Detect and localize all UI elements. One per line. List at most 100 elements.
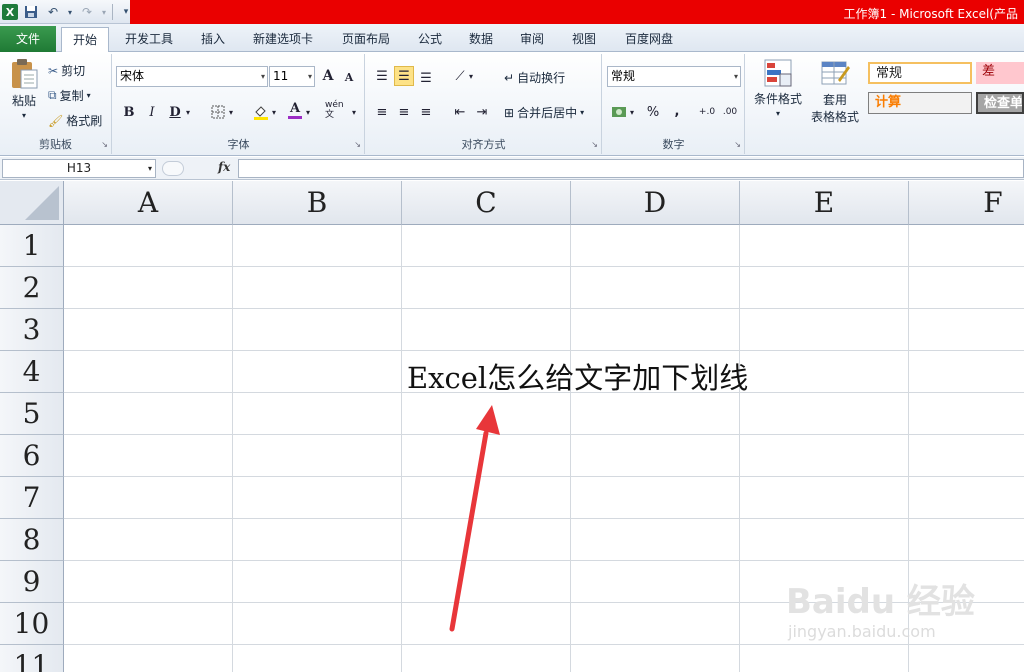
formula-bar-splitter[interactable] xyxy=(162,161,184,176)
row-header-9[interactable]: 9 xyxy=(0,561,64,603)
merge-center-button[interactable]: ⊞ 合并后居中 ▾ xyxy=(504,104,584,121)
shrink-font-button[interactable]: A xyxy=(339,67,359,87)
chevron-down-icon[interactable]: ▾ xyxy=(226,102,236,122)
underline-button[interactable]: D xyxy=(165,102,185,122)
decrease-indent-icon[interactable]: ⇤ xyxy=(450,102,470,122)
border-icon[interactable] xyxy=(208,102,228,122)
column-header-d[interactable]: D xyxy=(571,181,740,225)
clipboard-group-label: 剪贴板 xyxy=(39,138,72,151)
increase-decimal-button[interactable]: +.0 xyxy=(695,102,719,122)
tab-view[interactable]: 视图 xyxy=(564,27,604,51)
align-middle-icon[interactable]: ☰ xyxy=(394,66,414,86)
undo-icon[interactable]: ↶ xyxy=(44,3,62,21)
currency-icon[interactable] xyxy=(609,102,629,122)
row-header-4[interactable]: 4 xyxy=(0,351,64,393)
chevron-down-icon[interactable]: ▾ xyxy=(627,102,637,122)
row-header-3[interactable]: 3 xyxy=(0,309,64,351)
insert-function-button[interactable]: fx xyxy=(218,160,230,174)
font-group: 宋体 ▾ 11 ▾ A A B I D ▾ ▾ ▾ A ▾ wén 文 ▾ 字体… xyxy=(113,54,365,154)
row-header-6[interactable]: 6 xyxy=(0,435,64,477)
excel-window: X ↶ ▾ ↷ ▾ ▾ 工作簿1 - Microsoft Excel(产品 文件… xyxy=(0,0,1024,672)
tab-review[interactable]: 审阅 xyxy=(512,27,552,51)
column-header-f[interactable]: F xyxy=(909,181,1024,225)
percent-button[interactable]: % xyxy=(643,102,663,122)
tab-insert[interactable]: 插入 xyxy=(192,27,234,51)
chevron-down-icon[interactable]: ▾ xyxy=(269,102,279,122)
row-header-11[interactable]: 11 xyxy=(0,645,64,672)
tab-home[interactable]: 开始 xyxy=(61,27,109,52)
ribbon-tabs: 文件 开始 开发工具 插入 新建选项卡 页面布局 公式 数据 审阅 视图 百度网… xyxy=(0,24,1024,52)
conditional-format-button[interactable]: 条件格式 ▾ xyxy=(750,58,806,118)
tab-new[interactable]: 新建选项卡 xyxy=(244,27,322,51)
chevron-down-icon[interactable]: ▾ xyxy=(303,102,313,122)
tab-page-layout[interactable]: 页面布局 xyxy=(333,27,399,51)
align-left-icon[interactable]: ≡ xyxy=(372,102,392,122)
name-box[interactable]: H13 ▾ xyxy=(2,159,156,178)
row-header-1[interactable]: 1 xyxy=(0,225,64,267)
row-header-2[interactable]: 2 xyxy=(0,267,64,309)
tab-formulas[interactable]: 公式 xyxy=(410,27,450,51)
style-check-cell[interactable]: 检查单 xyxy=(976,92,1024,114)
cut-button[interactable]: ✂ 剪切 xyxy=(48,62,85,79)
number-group: 常规 ▾ ▾ % , +.0 .00 数字 ↘ xyxy=(603,54,745,154)
dialog-launcher-icon[interactable]: ↘ xyxy=(101,140,108,149)
redo-icon[interactable]: ↷ xyxy=(78,3,96,21)
align-top-icon[interactable]: ☰ xyxy=(372,66,392,86)
row-header-8[interactable]: 8 xyxy=(0,519,64,561)
chevron-down-icon[interactable]: ▾ xyxy=(349,102,359,122)
row-header-7[interactable]: 7 xyxy=(0,477,64,519)
increase-indent-icon[interactable]: ⇥ xyxy=(472,102,492,122)
font-group-label: 字体 xyxy=(227,138,250,151)
row-header-5[interactable]: 5 xyxy=(0,393,64,435)
chevron-down-icon: ▾ xyxy=(775,109,780,118)
number-format-value: 常规 xyxy=(611,69,636,83)
column-header-a[interactable]: A xyxy=(64,181,233,225)
tab-file[interactable]: 文件 xyxy=(0,26,56,52)
dialog-launcher-icon[interactable]: ↘ xyxy=(354,140,361,149)
chevron-down-icon[interactable]: ▾ xyxy=(466,66,476,86)
align-right-icon[interactable]: ≡ xyxy=(416,102,436,122)
grow-font-button[interactable]: A xyxy=(318,66,338,86)
formula-input[interactable] xyxy=(238,159,1024,178)
comma-button[interactable]: , xyxy=(667,101,687,121)
dialog-launcher-icon[interactable]: ↘ xyxy=(591,140,598,149)
chevron-down-icon[interactable]: ▾ xyxy=(100,3,108,21)
column-header-e[interactable]: E xyxy=(740,181,909,225)
format-painter-button[interactable]: 🖌 格式刷 xyxy=(48,112,102,129)
select-all-button[interactable] xyxy=(0,181,64,225)
bold-button[interactable]: B xyxy=(119,102,139,122)
arrow-shaft xyxy=(449,430,489,632)
title-bar: X ↶ ▾ ↷ ▾ ▾ 工作簿1 - Microsoft Excel(产品 xyxy=(0,0,1024,24)
decrease-decimal-button[interactable]: .00 xyxy=(718,102,742,122)
paste-button[interactable]: 粘贴 ▾ xyxy=(6,58,42,120)
align-center-icon[interactable]: ≡ xyxy=(394,102,414,122)
save-icon[interactable] xyxy=(22,3,40,21)
column-header-c[interactable]: C xyxy=(402,181,571,225)
font-size-combo[interactable]: 11 ▾ xyxy=(269,66,315,87)
format-as-table-button[interactable]: 套用 表格格式 xyxy=(804,58,866,125)
style-bad[interactable]: 差 xyxy=(976,62,1024,84)
align-bottom-icon[interactable]: ☰ xyxy=(416,68,436,88)
wrap-text-button[interactable]: ↵ 自动换行 xyxy=(504,69,565,86)
row-header-10[interactable]: 10 xyxy=(0,603,64,645)
tab-baidu-netdisk[interactable]: 百度网盘 xyxy=(616,27,682,51)
copy-button[interactable]: ⧉ 复制 ▾ xyxy=(48,87,91,104)
tab-data[interactable]: 数据 xyxy=(461,27,501,51)
style-calculation[interactable]: 计算 xyxy=(868,92,972,114)
chevron-down-icon[interactable]: ▾ xyxy=(183,102,193,122)
column-header-b[interactable]: B xyxy=(233,181,402,225)
dialog-launcher-icon[interactable]: ↘ xyxy=(734,140,741,149)
italic-button[interactable]: I xyxy=(142,102,162,122)
font-name-combo[interactable]: 宋体 ▾ xyxy=(116,66,268,87)
number-format-combo[interactable]: 常规 ▾ xyxy=(607,66,741,87)
separator xyxy=(112,4,113,20)
phonetic-button[interactable]: wén 文 xyxy=(325,100,351,120)
chevron-down-icon[interactable]: ▾ xyxy=(66,3,74,21)
baidu-watermark: Baidu 经验 xyxy=(786,582,975,622)
fill-color-icon[interactable] xyxy=(251,102,271,122)
style-normal[interactable]: 常规 xyxy=(868,62,972,84)
font-color-button[interactable]: A xyxy=(285,100,305,120)
ribbon: 粘贴 ▾ ✂ 剪切 ⧉ 复制 ▾ 🖌 格式刷 剪贴板 ↘ 宋体 ▾ 11 ▾ A… xyxy=(0,52,1024,156)
excel-icon[interactable]: X xyxy=(2,4,18,20)
tab-developer[interactable]: 开发工具 xyxy=(116,27,182,51)
